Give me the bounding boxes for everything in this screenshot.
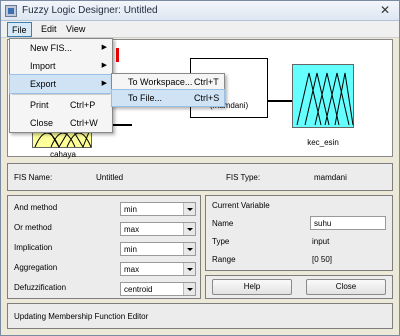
aggregation-value: max [124,265,140,274]
variable-name-label: Name [212,219,234,228]
variable-name-field[interactable]: suhu [310,216,386,230]
menu-item-label: Close [30,118,54,128]
menu-item-label: Export [30,79,57,89]
menu-item-print[interactable]: Print Ctrl+P [10,96,112,114]
selection-marker [116,48,119,62]
menu-bar: File Edit View [1,21,399,38]
menu-separator [12,94,110,95]
fis-type-value: mamdani [314,173,347,182]
chevron-down-icon [183,203,195,215]
menu-item-to-workspace[interactable]: To Workspace... Ctrl+T [112,74,224,90]
connector-line [268,100,292,102]
variable-type-label: Type [212,237,230,246]
menu-item-close[interactable]: Close Ctrl+W [10,114,112,132]
variable-range-label: Range [212,255,236,264]
or-method-select[interactable]: max [120,222,196,236]
chevron-down-icon [183,263,195,275]
output-variable-label: kec_esin [307,138,339,147]
or-method-label: Or method [14,223,52,232]
status-text: Updating Membership Function Editor [14,312,149,321]
window-title: Fuzzy Logic Designer: Untitled [22,5,158,16]
button-bar: Help Close [205,275,393,299]
output-variable-block[interactable] [292,64,354,128]
matlab-app-icon [5,5,17,17]
menu-item-shortcut: Ctrl+S [194,93,220,103]
file-menu-dropdown: New FIS... ▶ Import ▶ Export ▶ Print Ctr… [9,38,113,133]
aggregation-select[interactable]: max [120,262,196,276]
close-button[interactable]: Close [306,279,386,295]
menu-item-label: Print [30,100,49,110]
menu-edit[interactable]: Edit [37,22,61,37]
defuzzification-select[interactable]: centroid [120,282,196,296]
title-bar: Fuzzy Logic Designer: Untitled ✕ [1,1,399,21]
menu-item-label: Import [30,61,56,71]
menu-item-to-file[interactable]: To File... Ctrl+S [111,89,225,107]
menu-item-label: New FIS... [30,43,73,53]
submenu-arrow-icon: ▶ [101,62,107,69]
chevron-down-icon [183,223,195,235]
current-variable-panel: Current Variable Name suhu Type input Ra… [205,195,393,271]
variable-range-value: [0 50] [312,255,333,264]
submenu-arrow-icon: ▶ [101,80,107,87]
menu-item-shortcut: Ctrl+T [194,77,219,87]
implication-label: Implication [14,243,53,252]
input-variable-label: cahaya [50,150,76,159]
defuzzification-value: centroid [124,285,153,294]
defuzzification-label: Defuzzification [14,283,67,292]
variable-type-value: input [312,237,330,246]
output-mf-icon [296,72,354,126]
variable-name-value: suhu [314,219,332,228]
fis-type-label: FIS Type: [226,173,261,182]
menu-item-import[interactable]: Import ▶ [10,57,112,75]
fis-info-bar: FIS Name: Untitled FIS Type: mamdani [7,163,393,191]
menu-item-shortcut: Ctrl+P [70,100,96,110]
and-method-label: And method [14,203,58,212]
menu-view[interactable]: View [62,22,89,37]
chevron-down-icon [183,243,195,255]
implication-select[interactable]: min [120,242,196,256]
help-button[interactable]: Help [212,279,292,295]
window-close-button[interactable]: ✕ [377,3,393,17]
and-method-value: min [124,205,137,214]
current-variable-heading: Current Variable [212,201,270,210]
submenu-arrow-icon: ▶ [101,44,107,51]
methods-panel: And method min Or method max Implication… [7,195,201,299]
menu-item-label: To Workspace... [128,77,193,87]
menu-item-shortcut: Ctrl+W [70,118,98,128]
implication-value: min [124,245,137,254]
export-submenu: To Workspace... Ctrl+T To File... Ctrl+S [111,73,225,107]
menu-item-export[interactable]: Export ▶ [9,74,113,94]
fis-name-value: Untitled [96,173,124,182]
or-method-value: max [124,225,140,234]
menu-file[interactable]: File [7,22,32,37]
and-method-select[interactable]: min [120,202,196,216]
menu-item-label: To File... [128,93,163,103]
fuzzy-logic-designer-window: Fuzzy Logic Designer: Untitled ✕ File Ed… [0,0,400,336]
aggregation-label: Aggregation [14,263,58,272]
fis-name-label: FIS Name: [14,173,53,182]
status-bar: Updating Membership Function Editor [7,303,393,329]
chevron-down-icon [183,283,195,295]
menu-item-new-fis[interactable]: New FIS... ▶ [10,39,112,57]
